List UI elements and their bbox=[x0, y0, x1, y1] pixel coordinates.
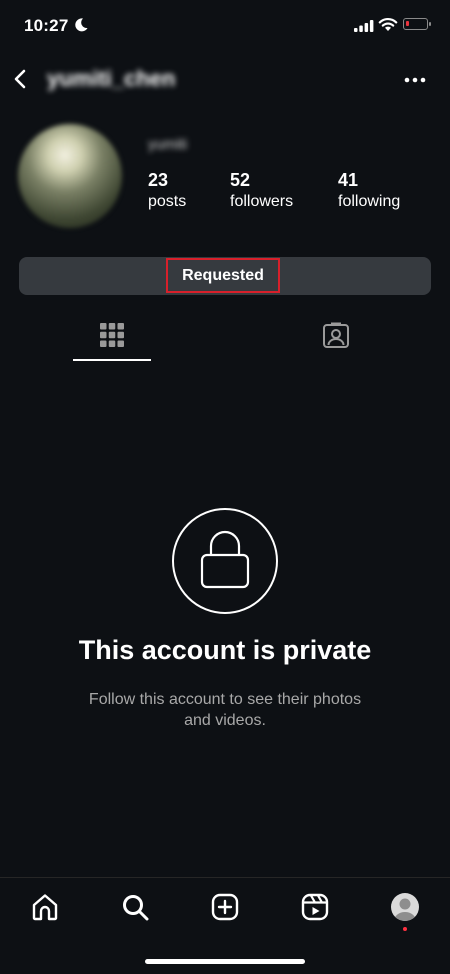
wifi-icon bbox=[378, 18, 398, 31]
posts-count[interactable]: 23 bbox=[148, 170, 168, 191]
moon-icon bbox=[75, 18, 88, 32]
private-subtitle-line-1: Follow this account to see their photos bbox=[88, 691, 362, 708]
requested-button-label[interactable]: Requested bbox=[166, 258, 280, 293]
lock-icon bbox=[200, 530, 250, 589]
nav-divider bbox=[0, 877, 450, 878]
tagged-icon[interactable] bbox=[322, 322, 350, 350]
profile-tab-avatar[interactable] bbox=[391, 893, 419, 921]
default-avatar-icon bbox=[394, 898, 416, 921]
following-count[interactable]: 41 bbox=[338, 170, 358, 191]
home-icon[interactable] bbox=[31, 893, 59, 921]
battery-icon bbox=[403, 18, 431, 30]
create-post-icon[interactable] bbox=[211, 893, 239, 921]
status-time: 10:27 bbox=[24, 16, 69, 35]
back-arrow-icon[interactable] bbox=[8, 66, 34, 92]
reels-icon[interactable] bbox=[301, 893, 329, 921]
private-account-title: This account is private bbox=[78, 635, 372, 665]
posts-label[interactable]: posts bbox=[148, 193, 186, 211]
grid-icon[interactable] bbox=[100, 323, 124, 347]
cellular-signal-icon bbox=[354, 20, 374, 32]
followers-label[interactable]: followers bbox=[230, 193, 293, 211]
profile-avatar[interactable] bbox=[18, 124, 122, 228]
notification-dot bbox=[403, 927, 407, 931]
profile-username: yumiti_chen bbox=[47, 66, 176, 91]
private-account-subtitle: Follow this account to see their photos … bbox=[60, 689, 390, 731]
more-options-icon[interactable] bbox=[404, 77, 426, 83]
following-label[interactable]: following bbox=[338, 193, 400, 211]
display-name: yumiti bbox=[148, 136, 188, 153]
followers-count[interactable]: 52 bbox=[230, 170, 250, 191]
home-indicator bbox=[145, 959, 305, 964]
private-subtitle-line-2: and videos. bbox=[184, 712, 266, 729]
search-icon[interactable] bbox=[121, 893, 149, 921]
active-tab-indicator bbox=[73, 359, 151, 361]
